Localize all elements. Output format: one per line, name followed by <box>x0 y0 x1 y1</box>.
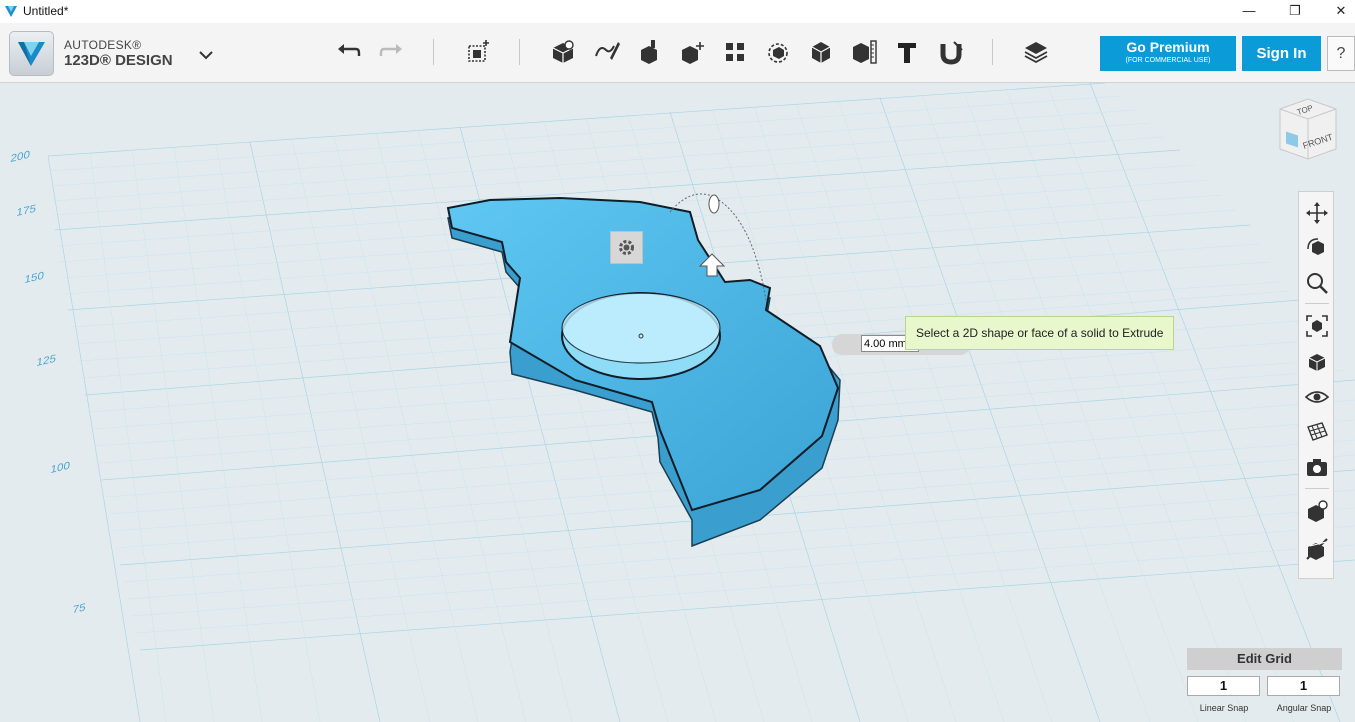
construct-button[interactable] <box>590 36 622 68</box>
window-title: Untitled* <box>23 4 69 18</box>
viewport[interactable] <box>0 83 1355 722</box>
construct-icon <box>595 42 620 60</box>
toolbar-separator <box>519 39 520 65</box>
ruler-button[interactable] <box>848 36 880 68</box>
undo-icon <box>338 44 361 56</box>
linear-snap-label: Linear Snap <box>1199 703 1249 713</box>
redo-button[interactable] <box>375 36 407 68</box>
eye-icon[interactable] <box>1304 384 1330 410</box>
ruler-icon <box>853 40 877 64</box>
close-button[interactable]: ✕ <box>1318 0 1355 23</box>
help-button[interactable]: ? <box>1327 36 1355 71</box>
text-button[interactable] <box>891 36 923 68</box>
edit-grid-button[interactable]: Edit Grid <box>1187 648 1342 670</box>
measure-button[interactable] <box>805 36 837 68</box>
modify-icon <box>641 40 657 64</box>
hide-icon[interactable] <box>1304 536 1330 562</box>
premium-label: Go Premium <box>1126 39 1210 55</box>
material-view-icon[interactable] <box>1304 498 1330 524</box>
linear-snap-input[interactable]: 1 <box>1187 676 1260 696</box>
view-cube-icon: TOP FRONT <box>1279 98 1337 160</box>
fit-icon[interactable] <box>1304 313 1330 339</box>
zoom-icon[interactable] <box>1304 270 1330 296</box>
navbar-separator <box>1305 488 1329 489</box>
primitives-icon <box>468 40 489 62</box>
sketch-button[interactable] <box>547 36 579 68</box>
measure-icon <box>811 42 831 63</box>
app-logo[interactable] <box>9 31 54 76</box>
sign-in-button[interactable]: Sign In <box>1242 36 1321 71</box>
text-icon <box>898 43 916 63</box>
angular-snap-input[interactable]: 1 <box>1267 676 1340 696</box>
magnet-icon <box>940 41 963 65</box>
material-button[interactable] <box>1020 36 1052 68</box>
maximize-button[interactable]: ❐ <box>1272 0 1318 23</box>
chevron-down-icon[interactable] <box>196 45 216 65</box>
camera-icon[interactable] <box>1304 454 1330 480</box>
brand-autodesk: AUTODESK® <box>64 38 142 52</box>
angular-snap-label: Angular Snap <box>1276 703 1332 713</box>
grouping-button[interactable] <box>719 36 751 68</box>
redo-icon <box>379 44 402 56</box>
pan-icon[interactable] <box>1304 200 1330 226</box>
view-mode-icon[interactable] <box>1304 349 1330 375</box>
title-bar: Untitled* — ❐ ✕ <box>0 0 1355 23</box>
modify-button[interactable] <box>633 36 665 68</box>
undo-button[interactable] <box>333 36 365 68</box>
toolbar-separator <box>433 39 434 65</box>
combine-button[interactable] <box>762 36 794 68</box>
navigation-bar <box>1298 191 1334 579</box>
snap-button[interactable] <box>934 36 966 68</box>
sketch-icon <box>552 40 574 63</box>
premium-sublabel: (FOR COMMERCIAL USE) <box>1125 57 1211 64</box>
orbit-icon[interactable] <box>1304 235 1330 261</box>
grid-canvas <box>0 83 1355 722</box>
view-cube[interactable]: TOP FRONT <box>1272 97 1342 167</box>
go-premium-button[interactable]: Go Premium (FOR COMMERCIAL USE) <box>1100 36 1236 71</box>
pattern-button[interactable] <box>676 36 708 68</box>
grouping-icon <box>726 43 744 61</box>
main-toolbar: AUTODESK® 123D® DESIGN Go Premium (FOR C… <box>0 23 1355 83</box>
gear-icon <box>619 240 634 255</box>
combine-icon <box>768 43 788 63</box>
app-icon <box>5 6 17 17</box>
minimize-button[interactable]: — <box>1226 0 1272 23</box>
layers-icon <box>1024 42 1048 64</box>
grid-icon[interactable] <box>1304 419 1330 445</box>
toolbar-separator <box>992 39 993 65</box>
primitives-button[interactable] <box>462 36 494 68</box>
brand-product: 123D® DESIGN <box>64 52 173 69</box>
logo-icon <box>18 42 45 66</box>
pattern-icon <box>682 42 704 64</box>
navbar-separator <box>1305 303 1329 304</box>
extrude-tooltip: Select a 2D shape or face of a solid to … <box>905 316 1175 350</box>
context-menu-button[interactable] <box>610 231 643 264</box>
